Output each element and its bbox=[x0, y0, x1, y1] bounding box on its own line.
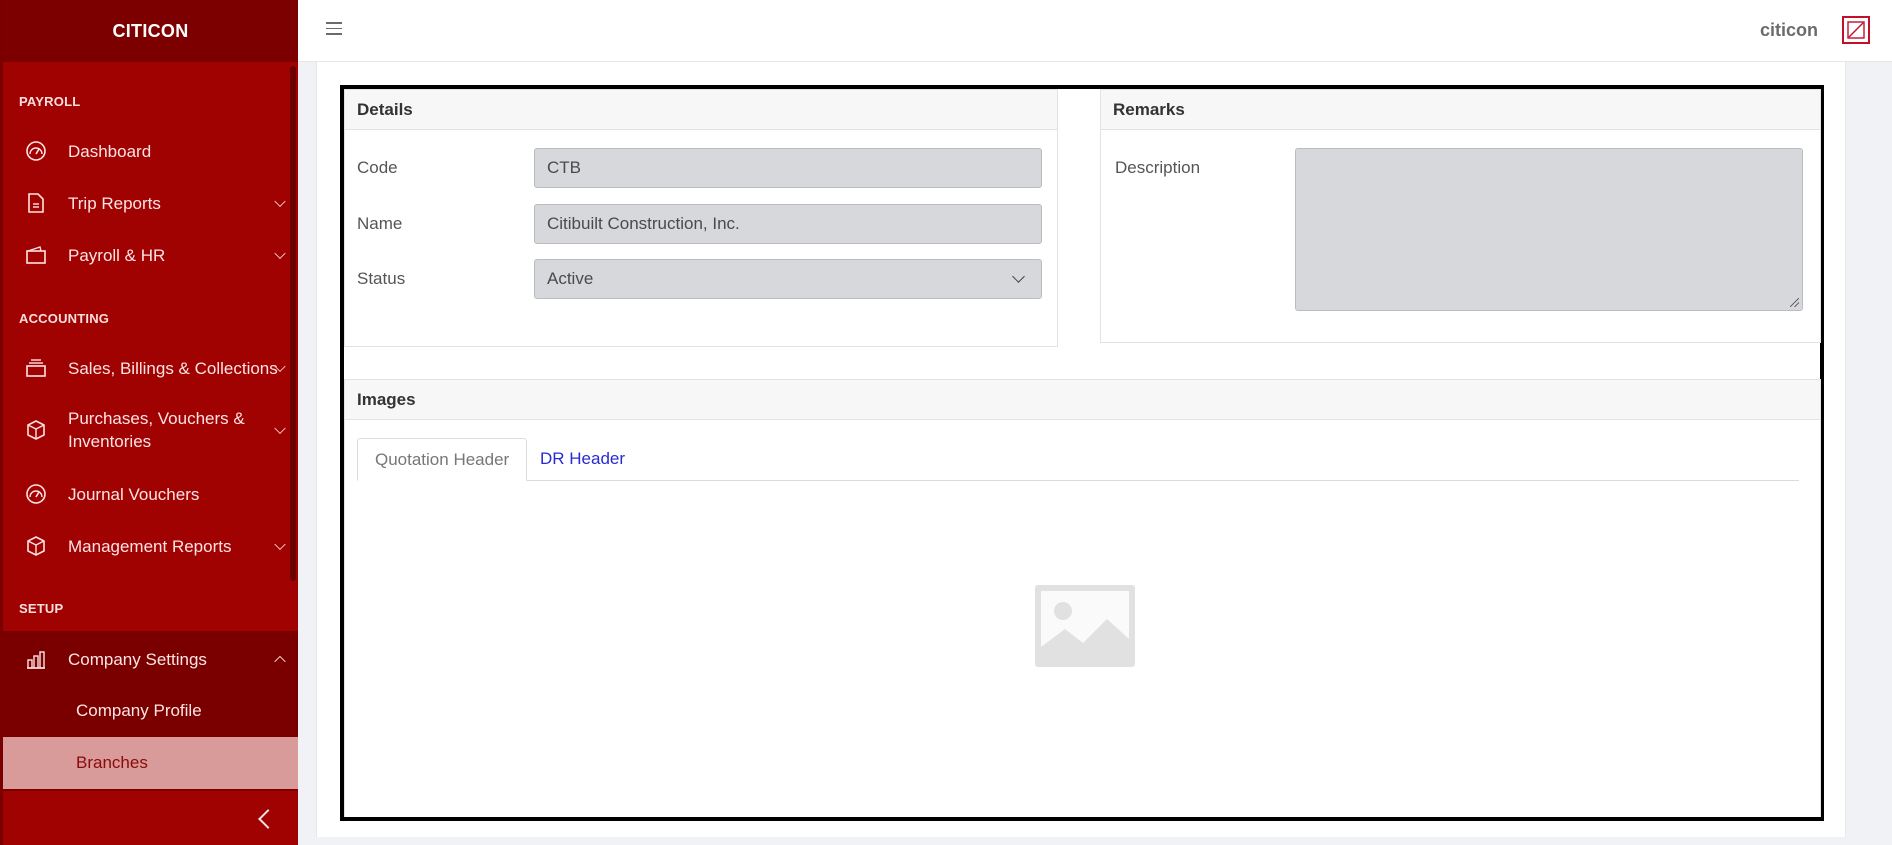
images-title: Images bbox=[345, 380, 1820, 420]
document-icon bbox=[23, 190, 49, 216]
user-name[interactable]: citicon bbox=[1760, 20, 1818, 41]
building-chart-icon bbox=[23, 646, 49, 672]
sidebar-item-trip-reports[interactable]: Trip Reports bbox=[3, 186, 298, 220]
section-title-setup: SETUP bbox=[19, 601, 64, 616]
sidebar-item-dashboard[interactable]: Dashboard bbox=[3, 134, 298, 168]
details-title: Details bbox=[345, 90, 1057, 130]
sidebar: CITICON PAYROLL Dashboard Trip Reports P… bbox=[0, 0, 298, 845]
dashboard-gauge-icon bbox=[23, 138, 49, 164]
section-title-accounting: ACCOUNTING bbox=[19, 311, 110, 326]
remarks-title: Remarks bbox=[1101, 90, 1820, 130]
collapse-sidebar-chevron-icon[interactable] bbox=[258, 809, 278, 829]
sidebar-item-payroll-hr[interactable]: Payroll & HR bbox=[3, 238, 298, 272]
sidebar-subitem-label: Branches bbox=[76, 753, 148, 772]
chevron-down-icon bbox=[274, 195, 286, 208]
description-label: Description bbox=[1115, 158, 1201, 177]
sidebar-item-label: Company Settings bbox=[68, 649, 207, 669]
sidebar-subitem-branches[interactable]: Branches bbox=[3, 737, 298, 789]
status-select[interactable]: Active bbox=[534, 259, 1042, 299]
wallet-icon bbox=[23, 242, 49, 268]
sidebar-item-label: Payroll & HR bbox=[68, 245, 166, 265]
chevron-up-icon bbox=[274, 655, 286, 668]
status-select-value: Active bbox=[547, 269, 594, 288]
sidebar-item-company-settings[interactable]: Company Settings bbox=[3, 641, 298, 677]
sidebar-item-purchases[interactable]: Purchases, Vouchers & Inventories bbox=[3, 404, 298, 456]
sidebar-subitem-company-profile[interactable]: Company Profile bbox=[3, 685, 298, 737]
tab-quotation-header[interactable]: Quotation Header bbox=[357, 438, 528, 481]
chevron-down-icon bbox=[274, 247, 286, 260]
sidebar-item-journal-vouchers[interactable]: Journal Vouchers bbox=[3, 477, 298, 511]
sidebar-item-label: Journal Vouchers bbox=[68, 484, 200, 504]
name-field[interactable]: Citibuilt Construction, Inc. bbox=[534, 204, 1042, 244]
sidebar-item-label: Dashboard bbox=[68, 141, 152, 161]
name-label: Name bbox=[357, 214, 403, 233]
details-panel: Details Code CTB Name Citibuilt Construc… bbox=[344, 89, 1058, 347]
box-icon bbox=[23, 417, 49, 443]
dashboard-gauge-icon bbox=[23, 481, 49, 507]
sidebar-item-label: Sales, Billings & Collections bbox=[68, 358, 278, 378]
status-label: Status bbox=[357, 269, 406, 288]
section-title-payroll: PAYROLL bbox=[19, 94, 81, 109]
sidebar-item-management-reports[interactable]: Management Reports bbox=[3, 529, 298, 563]
app-brand[interactable]: CITICON bbox=[3, 0, 298, 62]
chevron-down-icon bbox=[1012, 270, 1025, 283]
branch-form-frame: Details Code CTB Name Citibuilt Construc… bbox=[340, 85, 1824, 821]
box-icon bbox=[23, 533, 49, 559]
code-field[interactable]: CTB bbox=[534, 148, 1042, 188]
remarks-panel: Remarks Description bbox=[1100, 89, 1821, 343]
chevron-down-icon bbox=[274, 422, 286, 435]
tab-dr-header[interactable]: DR Header bbox=[523, 438, 642, 481]
image-placeholder-icon bbox=[1035, 585, 1135, 667]
resize-handle-icon[interactable] bbox=[1790, 298, 1799, 307]
chevron-down-icon bbox=[274, 538, 286, 551]
description-textarea[interactable] bbox=[1295, 148, 1803, 311]
sidebar-item-label: Management Reports bbox=[68, 536, 232, 556]
code-label: Code bbox=[357, 158, 398, 177]
hamburger-menu-icon[interactable] bbox=[326, 22, 342, 36]
image-tabs: Quotation Header DR Header bbox=[357, 438, 1799, 481]
stack-icon bbox=[23, 355, 49, 381]
topbar: citicon bbox=[298, 0, 1892, 62]
sidebar-item-label: Trip Reports bbox=[68, 193, 161, 213]
sidebar-subitem-label: Company Profile bbox=[76, 701, 202, 720]
sidebar-item-sales-billings[interactable]: Sales, Billings & Collections bbox=[3, 350, 298, 386]
images-panel: Images Quotation Header DR Header bbox=[344, 379, 1821, 817]
user-avatar[interactable] bbox=[1842, 16, 1870, 44]
sidebar-item-label: Purchases, Vouchers & Inventories bbox=[68, 409, 245, 451]
